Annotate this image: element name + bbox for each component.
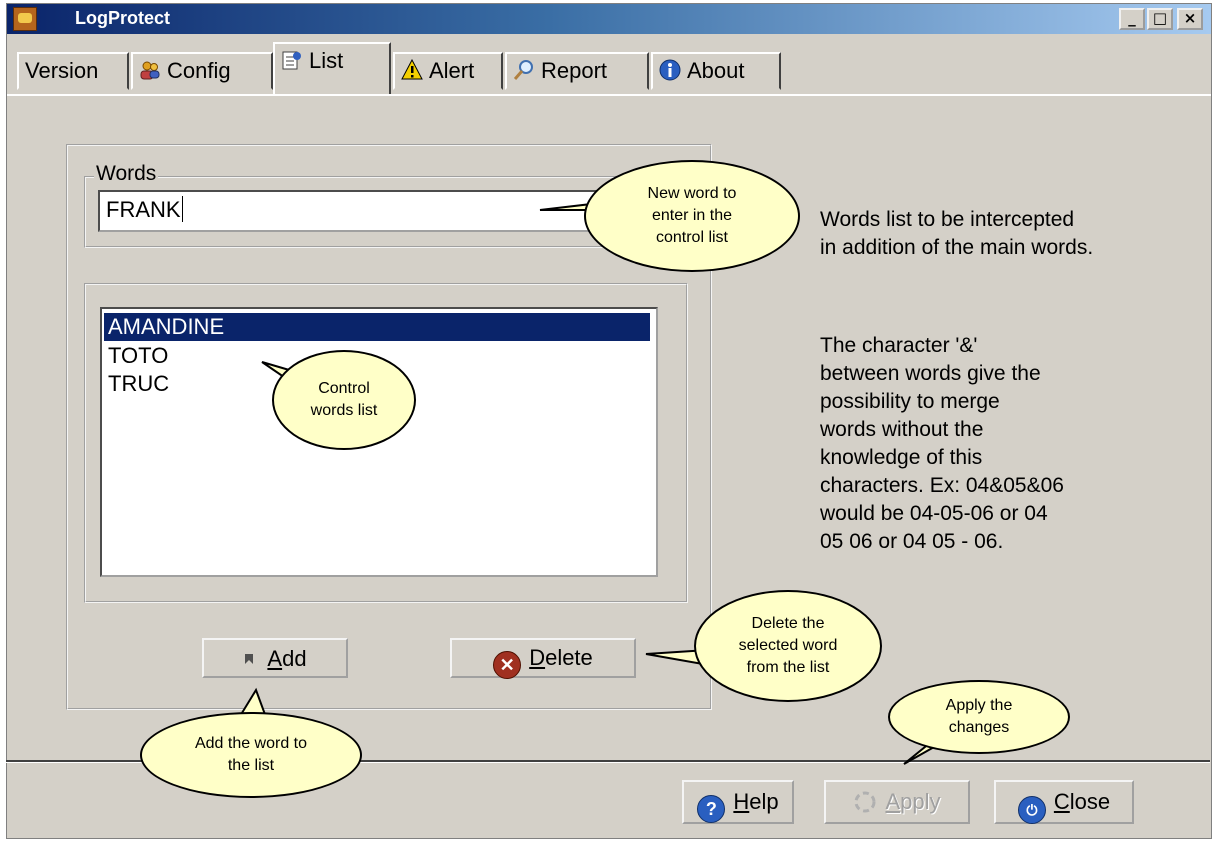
info-line: possibility to merge bbox=[820, 390, 1000, 413]
add-arrow-icon bbox=[243, 640, 255, 664]
apply-spinner-icon bbox=[853, 787, 877, 813]
callout-line: Add the word to bbox=[194, 735, 308, 752]
info-line: Words list to be intercepted bbox=[820, 208, 1075, 231]
list-icon bbox=[281, 47, 303, 70]
tab-label: Alert bbox=[429, 58, 475, 83]
tab-label: List bbox=[309, 48, 344, 73]
callout-line: Delete the bbox=[751, 615, 825, 632]
minimize-button[interactable]: _ bbox=[1119, 8, 1145, 30]
list-item[interactable]: TRUC bbox=[104, 370, 169, 398]
apply-accel: A bbox=[885, 789, 901, 814]
delete-accel: D bbox=[529, 645, 546, 670]
power-icon: ⏻ bbox=[1017, 796, 1046, 824]
word-input[interactable]: FRANK bbox=[98, 190, 654, 232]
users-icon bbox=[139, 57, 161, 80]
warning-icon bbox=[401, 57, 423, 80]
list-item[interactable]: TOTO bbox=[104, 342, 168, 370]
text-caret bbox=[181, 196, 183, 222]
tab-label: Version bbox=[25, 58, 99, 83]
info-paragraph-1: Words list to be intercepted in addition… bbox=[820, 206, 1093, 262]
callout-line: selected word bbox=[738, 637, 838, 654]
close-window-button[interactable]: × bbox=[1177, 8, 1203, 30]
title-bar[interactable]: LogProtect _ □ × bbox=[7, 4, 1211, 34]
close-button[interactable]: ⏻ Close bbox=[994, 780, 1134, 824]
delete-button[interactable]: ✕ Delete bbox=[450, 638, 636, 679]
info-line: The character '&' bbox=[820, 334, 978, 357]
help-accel: H bbox=[733, 789, 750, 814]
maximize-button[interactable]: □ bbox=[1147, 8, 1173, 30]
tab-config[interactable]: Config bbox=[131, 52, 273, 90]
callout-line: changes bbox=[948, 719, 1010, 736]
tab-label: About bbox=[687, 58, 745, 83]
magnifier-icon bbox=[513, 57, 535, 80]
info-line: 05 06 or 04 05 - 06. bbox=[820, 530, 1004, 553]
info-line: would be 04-05-06 or 04 bbox=[820, 502, 1048, 525]
window-title: LogProtect bbox=[75, 8, 171, 28]
tab-label: Report bbox=[541, 58, 608, 83]
callout-line: the list bbox=[227, 757, 275, 774]
info-line: words without the bbox=[820, 418, 984, 441]
apply-button[interactable]: Apply bbox=[824, 780, 970, 824]
close-accel: C bbox=[1053, 789, 1070, 814]
callout-line: Control bbox=[318, 380, 370, 397]
add-label: dd bbox=[282, 646, 307, 671]
tab-report[interactable]: Report bbox=[505, 52, 649, 90]
callout-new-word: New word to enter in the control list bbox=[584, 160, 800, 272]
info-line: knowledge of this bbox=[820, 446, 983, 469]
help-question-icon: ? bbox=[697, 795, 726, 823]
tab-about[interactable]: About bbox=[651, 52, 781, 90]
tab-alert[interactable]: Alert bbox=[393, 52, 503, 90]
delete-x-icon: ✕ bbox=[493, 651, 522, 679]
callout-line: control list bbox=[655, 229, 728, 246]
apply-label: pply bbox=[900, 789, 941, 814]
words-legend: Words bbox=[94, 162, 159, 186]
callout-delete: Delete the selected word from the list bbox=[694, 590, 882, 702]
callout-apply: Apply the changes bbox=[888, 680, 1070, 754]
close-label: lose bbox=[1069, 789, 1111, 814]
tab-label: Config bbox=[167, 58, 231, 83]
word-input-value: FRANK bbox=[106, 197, 181, 222]
callout-line: words list bbox=[310, 402, 378, 419]
add-button[interactable]: Add bbox=[202, 638, 348, 678]
callout-control-list: Control words list bbox=[272, 350, 416, 450]
callout-line: Apply the bbox=[945, 697, 1013, 714]
delete-label: elete bbox=[545, 645, 593, 670]
callout-line: enter in the bbox=[651, 207, 733, 224]
list-item[interactable]: AMANDINE bbox=[104, 313, 650, 341]
info-paragraph-2: The character '&' between words give the… bbox=[820, 332, 1064, 556]
info-line: characters. Ex: 04&05&06 bbox=[820, 474, 1064, 497]
add-accel: A bbox=[267, 646, 283, 671]
help-label: elp bbox=[749, 789, 779, 814]
tab-version[interactable]: Version bbox=[17, 52, 129, 90]
app-logo-icon[interactable] bbox=[13, 7, 37, 31]
callout-line: from the list bbox=[746, 659, 830, 676]
info-icon bbox=[659, 57, 681, 81]
info-line: in addition of the main words. bbox=[820, 236, 1094, 259]
callout-line: New word to bbox=[647, 185, 737, 202]
tab-list[interactable]: List bbox=[273, 42, 391, 94]
info-line: between words give the bbox=[820, 362, 1041, 385]
callout-add: Add the word to the list bbox=[140, 712, 362, 798]
help-button[interactable]: ? Help bbox=[682, 780, 794, 824]
